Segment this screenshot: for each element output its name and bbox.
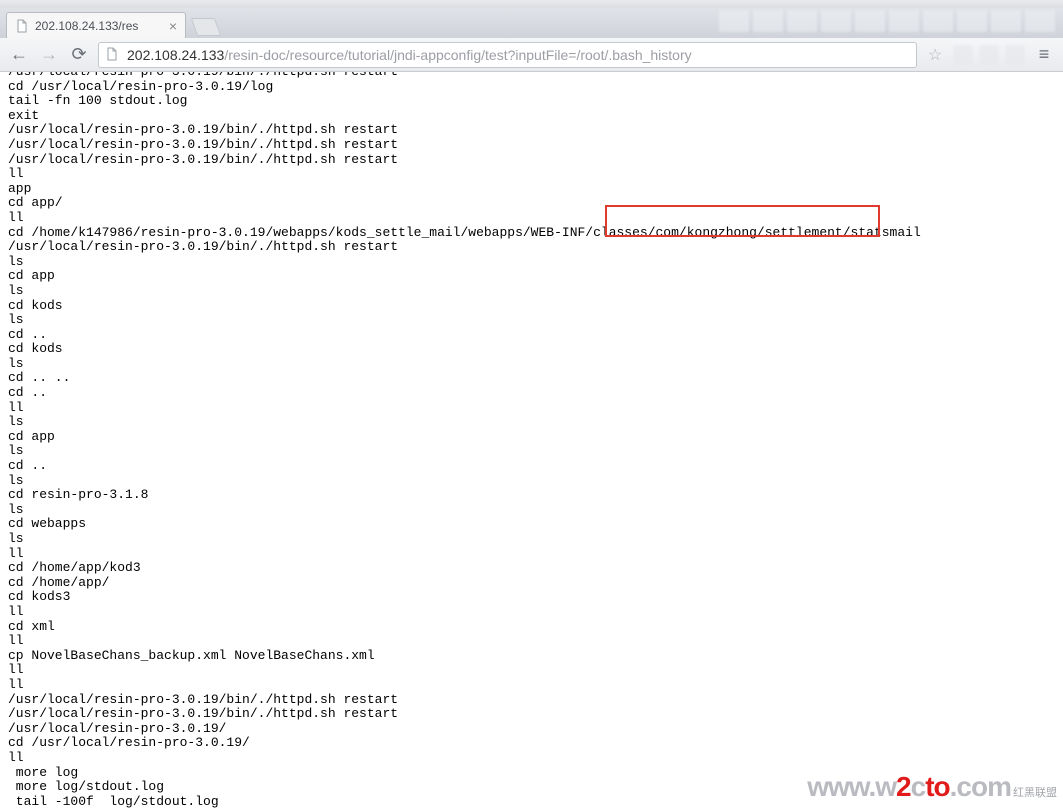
address-bar[interactable]: 202.108.24.133/resin-doc/resource/tutori… [98,42,917,68]
back-button[interactable]: ← [8,44,30,66]
reload-icon: ⟳ [71,44,86,65]
page-icon [105,47,121,63]
menu-button[interactable]: ≡ [1033,44,1055,66]
tab-title: 202.108.24.133/res [35,19,161,33]
browser-window: 202.108.24.133/res × ← → ⟳ 202.108.24.13… [0,0,1063,809]
arrow-right-icon: → [40,44,58,65]
reload-button[interactable]: ⟳ [68,44,90,66]
navigation-toolbar: ← → ⟳ 202.108.24.133/resin-doc/resource/… [0,38,1063,72]
terminal-output: /usr/local/resin-pro-3.0.19/bin/./httpd.… [0,72,1063,809]
star-icon: ☆ [928,47,942,64]
file-icon [15,19,29,33]
bookmark-button[interactable]: ☆ [925,45,945,65]
tabstrip-blurred [719,10,1055,32]
extension-icon[interactable] [1005,45,1025,65]
arrow-left-icon: ← [10,44,28,65]
url-host: 202.108.24.133 [127,47,224,63]
toolbar-extensions [953,45,1025,65]
extension-icon[interactable] [953,45,973,65]
extension-icon[interactable] [979,45,999,65]
watermark: www.w2cto.com 红黑联盟 [807,771,1057,803]
new-tab-button[interactable] [191,18,222,36]
menu-icon: ≡ [1039,44,1050,65]
tab-strip: 202.108.24.133/res × [0,8,1063,38]
tab-close-icon[interactable]: × [169,18,177,34]
url-path: /resin-doc/resource/tutorial/jndi-appcon… [224,47,691,63]
window-titlebar [0,0,1063,8]
forward-button[interactable]: → [38,44,60,66]
browser-tab[interactable]: 202.108.24.133/res × [6,12,186,38]
page-content: /usr/local/resin-pro-3.0.19/bin/./httpd.… [0,72,1063,809]
